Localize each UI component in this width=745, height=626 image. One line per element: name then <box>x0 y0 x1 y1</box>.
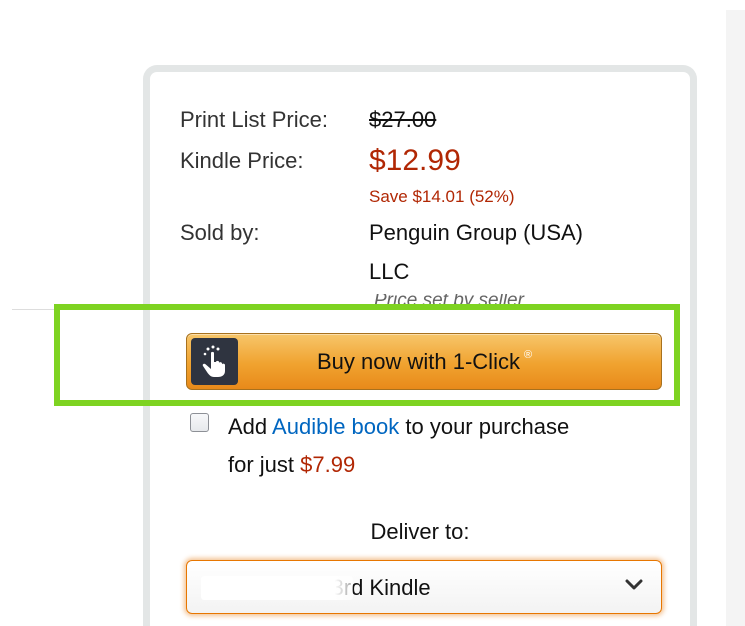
left-column-divider <box>12 309 147 310</box>
print-list-price-label: Print List Price: <box>180 107 328 132</box>
print-list-price: $27.00 <box>369 107 437 132</box>
kindle-price: $12.99 <box>369 144 461 177</box>
buy-now-1-click-button[interactable]: Buy now with 1-Click ® <box>186 333 662 390</box>
deliver-to-label: Deliver to: <box>370 519 470 544</box>
redaction-overlay <box>201 576 353 600</box>
price-set-by-seller-note: Price set by seller <box>374 294 574 308</box>
audible-prefix: Add <box>228 414 273 439</box>
tap-finger-icon <box>191 338 238 385</box>
right-column-divider <box>726 10 745 626</box>
audible-addon-checkbox[interactable] <box>190 413 209 432</box>
buy-now-text: Buy now with 1-Click <box>317 349 520 374</box>
audible-middle: to your purchase <box>399 414 570 439</box>
product-page: Print List Price: $27.00 Kindle Price: $… <box>0 0 745 626</box>
buy-now-label: Buy now with 1-Click ® <box>317 348 532 380</box>
audible-for-just: for just <box>228 452 301 477</box>
price-note-text: Price set by seller <box>374 294 524 308</box>
savings-text: Save $14.01 (52%) <box>369 187 515 206</box>
seller-name-line1: Penguin Group (USA) <box>369 220 583 245</box>
audible-price: $7.99 <box>300 452 356 477</box>
deliver-to-device-dropdown[interactable]: Angel1986's 3rd Kindle <box>186 560 662 614</box>
seller-name-line2: LLC <box>369 259 410 284</box>
chevron-down-icon <box>625 579 643 590</box>
registered-mark: ® <box>523 349 533 361</box>
audible-book-link[interactable]: Audible book <box>272 414 399 439</box>
audible-addon-text: Add Audible book to your purchase for jus… <box>228 408 668 484</box>
buy-box: Print List Price: $27.00 Kindle Price: $… <box>143 65 697 626</box>
sold-by-label: Sold by: <box>180 220 260 245</box>
kindle-price-label: Kindle Price: <box>180 148 304 173</box>
